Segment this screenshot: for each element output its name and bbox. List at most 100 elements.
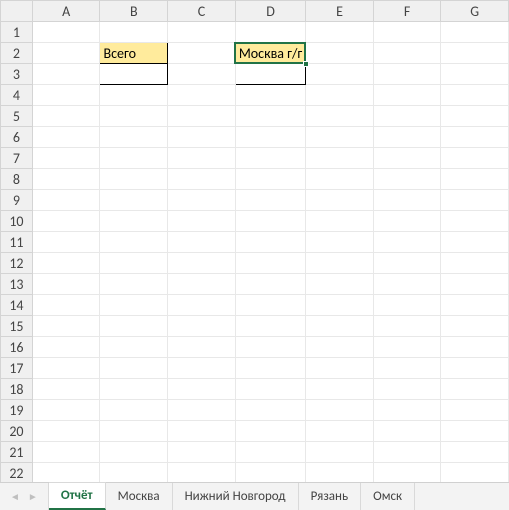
cell-B4[interactable] bbox=[100, 85, 168, 106]
cell-C3[interactable] bbox=[168, 64, 236, 85]
cell-F22[interactable] bbox=[373, 463, 441, 483]
col-header-D[interactable]: D bbox=[235, 1, 305, 22]
cell-G18[interactable] bbox=[441, 379, 509, 400]
cell-D4[interactable] bbox=[235, 85, 305, 106]
cell-E8[interactable] bbox=[306, 169, 374, 190]
cell-F11[interactable] bbox=[373, 232, 441, 253]
cell-F13[interactable] bbox=[373, 274, 441, 295]
row-header-20[interactable]: 20 bbox=[1, 421, 33, 442]
cell-A4[interactable] bbox=[32, 85, 100, 106]
sheet-tab-0[interactable]: Отчёт bbox=[49, 482, 106, 510]
cell-B17[interactable] bbox=[100, 358, 168, 379]
cell-G12[interactable] bbox=[441, 253, 509, 274]
cell-B7[interactable] bbox=[100, 148, 168, 169]
cell-D19[interactable] bbox=[235, 400, 305, 421]
sheet-tab-4[interactable]: Омск bbox=[361, 483, 415, 510]
cell-C1[interactable] bbox=[168, 22, 236, 43]
cell-A18[interactable] bbox=[32, 379, 100, 400]
cell-A5[interactable] bbox=[32, 106, 100, 127]
cell-B22[interactable] bbox=[100, 463, 168, 483]
cell-E17[interactable] bbox=[306, 358, 374, 379]
cell-B2[interactable]: Всего bbox=[100, 43, 168, 64]
cell-B3[interactable] bbox=[100, 64, 168, 85]
cell-A19[interactable] bbox=[32, 400, 100, 421]
cell-C19[interactable] bbox=[168, 400, 236, 421]
cell-G3[interactable] bbox=[441, 64, 509, 85]
cell-D1[interactable] bbox=[235, 22, 305, 43]
cell-E12[interactable] bbox=[306, 253, 374, 274]
cell-D13[interactable] bbox=[235, 274, 305, 295]
cell-F15[interactable] bbox=[373, 316, 441, 337]
cell-E11[interactable] bbox=[306, 232, 374, 253]
cell-A21[interactable] bbox=[32, 442, 100, 463]
cell-B20[interactable] bbox=[100, 421, 168, 442]
row-header-2[interactable]: 2 bbox=[1, 43, 33, 64]
cell-B10[interactable] bbox=[100, 211, 168, 232]
cell-G2[interactable] bbox=[441, 43, 509, 64]
cell-D5[interactable] bbox=[235, 106, 305, 127]
row-header-14[interactable]: 14 bbox=[1, 295, 33, 316]
cell-F6[interactable] bbox=[373, 127, 441, 148]
cell-E13[interactable] bbox=[306, 274, 374, 295]
cell-F18[interactable] bbox=[373, 379, 441, 400]
cell-A12[interactable] bbox=[32, 253, 100, 274]
row-header-4[interactable]: 4 bbox=[1, 85, 33, 106]
cell-E5[interactable] bbox=[306, 106, 374, 127]
cell-F10[interactable] bbox=[373, 211, 441, 232]
cell-A22[interactable] bbox=[32, 463, 100, 483]
cell-D9[interactable] bbox=[235, 190, 305, 211]
cell-D22[interactable] bbox=[235, 463, 305, 483]
row-header-1[interactable]: 1 bbox=[1, 22, 33, 43]
cell-C13[interactable] bbox=[168, 274, 236, 295]
cell-G16[interactable] bbox=[441, 337, 509, 358]
row-header-11[interactable]: 11 bbox=[1, 232, 33, 253]
row-header-7[interactable]: 7 bbox=[1, 148, 33, 169]
col-header-F[interactable]: F bbox=[373, 1, 441, 22]
cell-E22[interactable] bbox=[306, 463, 374, 483]
cell-G9[interactable] bbox=[441, 190, 509, 211]
cell-C10[interactable] bbox=[168, 211, 236, 232]
cell-F1[interactable] bbox=[373, 22, 441, 43]
row-header-18[interactable]: 18 bbox=[1, 379, 33, 400]
cell-E21[interactable] bbox=[306, 442, 374, 463]
cell-B8[interactable] bbox=[100, 169, 168, 190]
cell-A13[interactable] bbox=[32, 274, 100, 295]
cell-D15[interactable] bbox=[235, 316, 305, 337]
cell-A17[interactable] bbox=[32, 358, 100, 379]
cell-G14[interactable] bbox=[441, 295, 509, 316]
cell-A2[interactable] bbox=[32, 43, 100, 64]
cell-D8[interactable] bbox=[235, 169, 305, 190]
cell-E6[interactable] bbox=[306, 127, 374, 148]
cell-B19[interactable] bbox=[100, 400, 168, 421]
cell-G10[interactable] bbox=[441, 211, 509, 232]
cell-A8[interactable] bbox=[32, 169, 100, 190]
cell-D12[interactable] bbox=[235, 253, 305, 274]
col-header-E[interactable]: E bbox=[306, 1, 374, 22]
cell-A11[interactable] bbox=[32, 232, 100, 253]
cell-F20[interactable] bbox=[373, 421, 441, 442]
cell-G4[interactable] bbox=[441, 85, 509, 106]
cell-E18[interactable] bbox=[306, 379, 374, 400]
sheet-tab-3[interactable]: Рязань bbox=[299, 483, 362, 510]
cell-E15[interactable] bbox=[306, 316, 374, 337]
row-header-13[interactable]: 13 bbox=[1, 274, 33, 295]
row-header-22[interactable]: 22 bbox=[1, 463, 33, 483]
cell-B5[interactable] bbox=[100, 106, 168, 127]
cell-C5[interactable] bbox=[168, 106, 236, 127]
cell-C16[interactable] bbox=[168, 337, 236, 358]
cell-C14[interactable] bbox=[168, 295, 236, 316]
row-header-5[interactable]: 5 bbox=[1, 106, 33, 127]
cell-C7[interactable] bbox=[168, 148, 236, 169]
cell-E16[interactable] bbox=[306, 337, 374, 358]
cell-E9[interactable] bbox=[306, 190, 374, 211]
row-header-15[interactable]: 15 bbox=[1, 316, 33, 337]
row-header-12[interactable]: 12 bbox=[1, 253, 33, 274]
row-header-10[interactable]: 10 bbox=[1, 211, 33, 232]
cell-C12[interactable] bbox=[168, 253, 236, 274]
cell-B11[interactable] bbox=[100, 232, 168, 253]
cell-B15[interactable] bbox=[100, 316, 168, 337]
cell-C18[interactable] bbox=[168, 379, 236, 400]
cell-B12[interactable] bbox=[100, 253, 168, 274]
cell-F12[interactable] bbox=[373, 253, 441, 274]
cell-A20[interactable] bbox=[32, 421, 100, 442]
